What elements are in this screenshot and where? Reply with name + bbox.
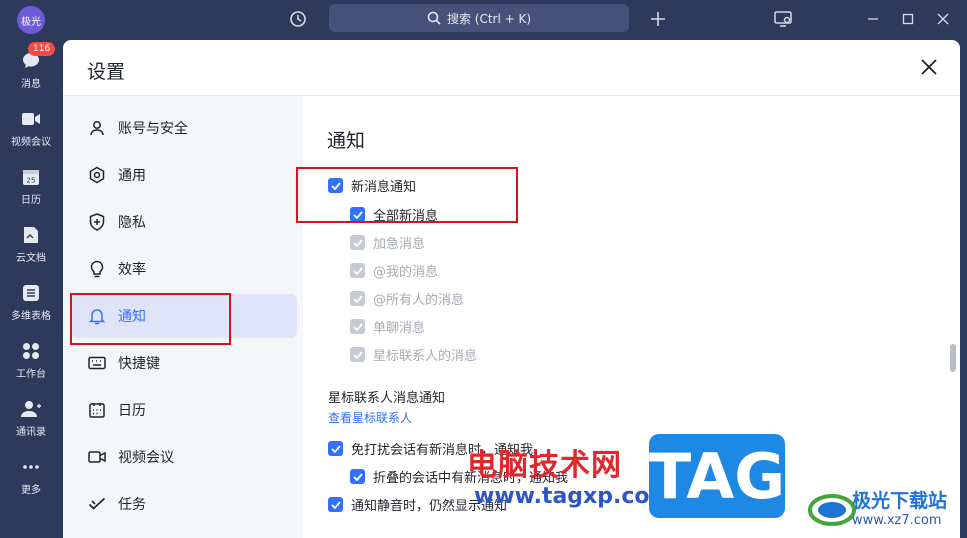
mention-all-checkbox: @所有人的消息 bbox=[350, 289, 464, 308]
nav-item-shortcuts[interactable]: 快捷键 bbox=[70, 341, 297, 385]
nav-label: 通用 bbox=[118, 168, 146, 184]
rail-label: 通讯录 bbox=[16, 427, 46, 438]
svg-text:25: 25 bbox=[27, 177, 36, 185]
more-dots-icon bbox=[20, 456, 42, 478]
highlight-box bbox=[70, 293, 231, 345]
star-contact-title: 星标联系人消息通知 bbox=[328, 391, 446, 406]
checkbox-checked-icon bbox=[350, 263, 365, 278]
scrollbar-thumb[interactable] bbox=[950, 344, 956, 372]
app-rail: 116 消息 视频会议 25 日历 云文档 多维表格 工作台 通讯录 更多 bbox=[0, 38, 62, 538]
title-bar: 极光 搜索 (Ctrl + K) bbox=[0, 0, 967, 38]
notification-settings: 通知 新消息通知 全部新消息 加急消息 @我的消息 @所有人的消息 单聊消息 星… bbox=[303, 96, 960, 538]
watermark-text: 电脑技术网 bbox=[467, 448, 622, 483]
site-name: 极光下载站 bbox=[852, 490, 948, 512]
screen-share-icon[interactable] bbox=[771, 7, 795, 31]
site-url: www.xz7.com bbox=[852, 513, 942, 528]
nav-item-efficiency[interactable]: 效率 bbox=[70, 247, 297, 291]
rail-label: 更多 bbox=[21, 485, 41, 496]
direct-messages-checkbox: 单聊消息 bbox=[350, 317, 425, 336]
dialog-title: 设置 bbox=[87, 61, 126, 83]
rail-item-docs[interactable]: 云文档 bbox=[0, 224, 62, 264]
video-camera-icon bbox=[87, 447, 107, 467]
rail-label: 消息 bbox=[21, 79, 41, 90]
calendar-icon: 25 bbox=[20, 166, 42, 188]
rail-item-more[interactable]: 更多 bbox=[0, 456, 62, 496]
nav-item-account-security[interactable]: 账号与安全 bbox=[70, 106, 297, 150]
checkbox-checked-icon bbox=[350, 347, 365, 362]
rail-label: 工作台 bbox=[16, 369, 46, 380]
rail-item-messages[interactable]: 116 消息 bbox=[0, 42, 62, 90]
keyboard-icon bbox=[87, 353, 107, 373]
avatar[interactable]: 极光 bbox=[17, 6, 45, 34]
checkbox-checked-icon bbox=[350, 469, 365, 484]
nav-label: 日历 bbox=[118, 403, 146, 419]
nav-item-privacy[interactable]: 隐私 bbox=[70, 200, 297, 244]
nav-label: 快捷键 bbox=[118, 356, 160, 372]
search-box[interactable]: 搜索 (Ctrl + K) bbox=[329, 4, 629, 32]
rail-item-video-meeting[interactable]: 视频会议 bbox=[0, 108, 62, 148]
star-contact-messages-checkbox: 星标联系人的消息 bbox=[350, 345, 477, 364]
rail-label: 多维表格 bbox=[11, 311, 51, 322]
gear-icon bbox=[87, 165, 107, 185]
checkbox-label: 单聊消息 bbox=[373, 321, 426, 336]
lightbulb-icon bbox=[87, 259, 107, 279]
rail-item-bitable[interactable]: 多维表格 bbox=[0, 282, 62, 322]
nav-label: 任务 bbox=[118, 497, 146, 513]
checkbox-label: @我的消息 bbox=[373, 265, 439, 280]
close-window-button[interactable] bbox=[932, 8, 954, 30]
video-camera-icon bbox=[20, 108, 42, 130]
view-star-contacts-link[interactable]: 查看星标联系人 bbox=[328, 409, 412, 426]
watermark-tag-logo: TAG bbox=[649, 434, 785, 518]
minimize-button[interactable] bbox=[862, 8, 884, 30]
nav-item-calendar[interactable]: 日历 bbox=[70, 388, 297, 432]
history-icon[interactable] bbox=[286, 7, 310, 31]
nav-item-video-meeting[interactable]: 视频会议 bbox=[70, 435, 297, 479]
unread-badge: 116 bbox=[28, 42, 56, 56]
search-placeholder: 搜索 (Ctrl + K) bbox=[446, 11, 532, 26]
rail-label: 视频会议 bbox=[11, 137, 51, 148]
checkbox-checked-icon bbox=[328, 441, 343, 456]
rail-item-calendar[interactable]: 25 日历 bbox=[0, 166, 62, 206]
nav-label: 视频会议 bbox=[118, 450, 174, 466]
watermark-url: www.tagxp.com bbox=[474, 484, 673, 509]
checkbox-checked-icon bbox=[350, 235, 365, 250]
checkbox-checked-icon bbox=[328, 497, 343, 512]
plus-icon[interactable] bbox=[646, 7, 670, 31]
checkbox-label: @所有人的消息 bbox=[373, 293, 465, 308]
nav-item-tasks[interactable]: 任务 bbox=[70, 482, 297, 526]
task-check-icon bbox=[87, 494, 107, 514]
rail-label: 日历 bbox=[21, 195, 41, 206]
search-icon bbox=[427, 11, 441, 25]
mention-me-checkbox: @我的消息 bbox=[350, 261, 438, 280]
maximize-button[interactable] bbox=[897, 8, 919, 30]
shield-plus-icon bbox=[87, 212, 107, 232]
nav-label: 隐私 bbox=[118, 215, 146, 231]
user-icon bbox=[87, 118, 107, 138]
urgent-messages-checkbox: 加急消息 bbox=[350, 233, 425, 252]
checkbox-label: 加急消息 bbox=[373, 237, 426, 252]
section-title: 通知 bbox=[327, 130, 366, 152]
nav-label: 效率 bbox=[118, 262, 146, 278]
table-icon bbox=[20, 282, 42, 304]
checkbox-checked-icon bbox=[350, 319, 365, 334]
rail-item-contacts[interactable]: 通讯录 bbox=[0, 398, 62, 438]
close-icon[interactable] bbox=[918, 56, 940, 78]
nav-item-general[interactable]: 通用 bbox=[70, 153, 297, 197]
checkbox-label: 星标联系人的消息 bbox=[373, 349, 478, 364]
highlight-box bbox=[296, 167, 518, 223]
grid-apps-icon bbox=[20, 340, 42, 362]
document-icon bbox=[20, 224, 42, 246]
calendar-icon bbox=[87, 400, 107, 420]
checkbox-checked-icon bbox=[350, 291, 365, 306]
rail-item-workplace[interactable]: 工作台 bbox=[0, 340, 62, 380]
contacts-icon bbox=[20, 398, 42, 420]
rail-label: 云文档 bbox=[16, 253, 46, 264]
nav-label: 账号与安全 bbox=[118, 121, 188, 137]
